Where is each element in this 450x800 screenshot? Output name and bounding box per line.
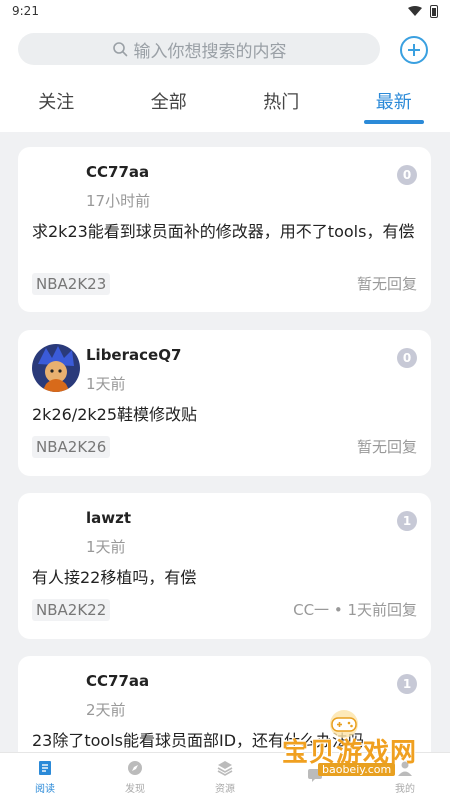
avatar[interactable] <box>32 161 80 209</box>
reply-count-badge: 1 <box>397 511 417 531</box>
post-time: 2天前 <box>86 701 126 719</box>
nav-discover-label: 发现 <box>125 783 145 795</box>
book-icon <box>39 760 51 775</box>
post-card[interactable]: CC77aa 17小时前 0 求2k23能看到球员面补的修改器，用不了tools… <box>18 147 431 312</box>
reply-status: 暂无回复 <box>356 275 417 293</box>
status-icons <box>408 4 438 18</box>
tab-all[interactable]: 全部 <box>113 84 226 124</box>
bottom-nav: 阅读 发现 资源 我的 <box>0 752 450 800</box>
nav-read-label: 阅读 <box>35 783 55 795</box>
search-input[interactable]: 输入你想搜索的内容 <box>18 33 380 65</box>
nav-resources-label: 资源 <box>215 783 235 795</box>
nav-profile[interactable]: 我的 <box>360 753 450 800</box>
tab-hot[interactable]: 热门 <box>225 84 338 124</box>
post-username[interactable]: lawzt <box>86 509 131 527</box>
nav-messages[interactable] <box>270 753 360 800</box>
add-post-button[interactable] <box>400 36 428 64</box>
search-icon <box>112 42 127 57</box>
avatar[interactable] <box>32 344 80 392</box>
tab-bar: 关注 全部 热门 最新 <box>0 84 450 124</box>
post-time: 17小时前 <box>86 192 151 210</box>
post-username[interactable]: LiberaceQ7 <box>86 346 181 364</box>
post-tag[interactable]: NBA2K22 <box>32 599 111 621</box>
post-username[interactable]: CC77aa <box>86 163 149 181</box>
post-username[interactable]: CC77aa <box>86 672 149 690</box>
post-tag[interactable]: NBA2K23 <box>32 273 111 295</box>
post-card[interactable]: CC77aa 2天前 1 23除了tools能看球员面部ID，还有什么办法吗 <box>18 656 431 766</box>
reply-count-badge: 0 <box>397 348 417 368</box>
tab-latest[interactable]: 最新 <box>338 84 450 124</box>
nav-resources[interactable]: 资源 <box>180 753 270 800</box>
post-time: 1天前 <box>86 538 126 556</box>
compass-icon <box>128 760 142 775</box>
status-time: 9:21 <box>12 4 39 18</box>
status-bar: 9:21 <box>0 0 450 22</box>
post-title[interactable]: 2k26/2k25鞋模修改贴 <box>32 404 422 425</box>
post-title[interactable]: 有人接22移植吗，有偿 <box>32 567 422 588</box>
avatar[interactable] <box>32 507 80 555</box>
post-time: 1天前 <box>86 375 126 393</box>
user-icon <box>398 761 412 776</box>
tab-following[interactable]: 关注 <box>0 84 113 124</box>
post-card[interactable]: lawzt 1天前 1 有人接22移植吗，有偿 NBA2K22 CC一 • 1天… <box>18 493 431 639</box>
avatar[interactable] <box>32 670 80 718</box>
battery-icon <box>430 4 438 18</box>
nav-profile-label: 我的 <box>395 783 415 795</box>
layers-icon <box>217 760 233 776</box>
reply-count-badge: 0 <box>397 165 417 185</box>
reply-status: CC一 • 1天前回复 <box>293 601 417 619</box>
reply-count-badge: 1 <box>397 674 417 694</box>
wifi-icon <box>408 6 422 16</box>
post-card[interactable]: LiberaceQ7 1天前 0 2k26/2k25鞋模修改贴 NBA2K26 … <box>18 330 431 476</box>
search-placeholder: 输入你想搜索的内容 <box>133 41 287 62</box>
post-tag[interactable]: NBA2K26 <box>32 436 111 458</box>
plus-icon <box>408 44 420 56</box>
header: 输入你想搜索的内容 关注 全部 热门 最新 <box>0 22 450 132</box>
post-title[interactable]: 求2k23能看到球员面补的修改器，用不了tools，有偿 <box>32 221 422 242</box>
post-title[interactable]: 23除了tools能看球员面部ID，还有什么办法吗 <box>32 730 422 751</box>
nav-read[interactable]: 阅读 <box>0 753 90 800</box>
nav-discover[interactable]: 发现 <box>90 753 180 800</box>
message-icon <box>308 769 322 782</box>
avatar-image <box>32 344 80 392</box>
reply-status: 暂无回复 <box>356 438 417 456</box>
